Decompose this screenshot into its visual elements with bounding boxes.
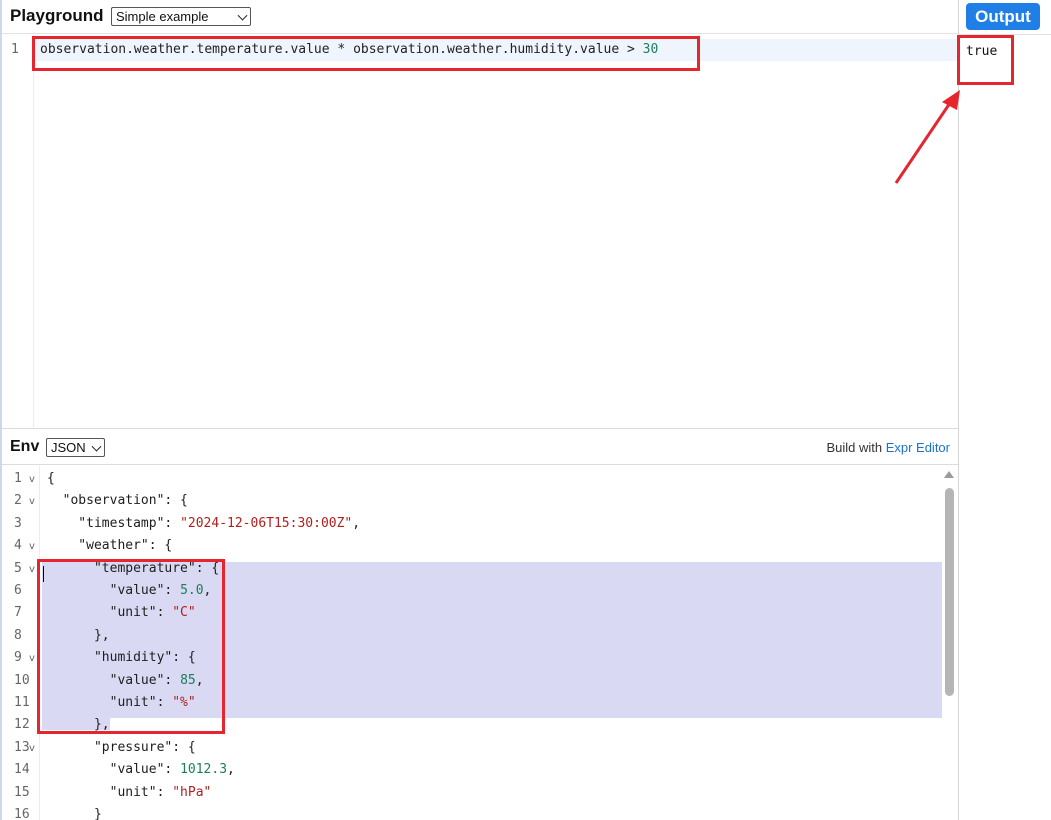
json-key: "value": (47, 762, 181, 778)
code-text: "observation": { (47, 493, 188, 509)
chevron-down-icon (237, 10, 248, 21)
code-line[interactable]: "timestamp": "2024-12-06T15:30:00Z", (47, 516, 360, 531)
code-line[interactable]: "observation": { (47, 493, 188, 508)
line-number: 10 (14, 672, 30, 688)
gutter-row: 12 (2, 712, 39, 734)
annotation-box-env (37, 559, 225, 734)
output-panel (958, 0, 1051, 820)
scroll-up-arrow-icon[interactable] (944, 471, 954, 478)
line-number: 13 (14, 739, 30, 755)
json-key: "timestamp": (47, 515, 181, 531)
expression-editor[interactable]: 1 observation.weather.temperature.value … (2, 35, 958, 428)
line-number: 8 (14, 627, 22, 643)
chevron-down-icon (91, 441, 102, 452)
gutter-row: 10 (2, 668, 39, 690)
line-number: 11 (14, 695, 30, 710)
annotation-box-output (957, 35, 1014, 85)
fold-chevron-icon[interactable]: v (29, 564, 35, 575)
expr-editor-link[interactable]: Expr Editor (886, 440, 950, 455)
gutter-row: 14 (2, 757, 39, 779)
gutter-row: 15 (2, 780, 39, 802)
gutter-row: 2v (2, 488, 39, 510)
line-number: 7 (14, 605, 22, 621)
line-number: 5 (14, 560, 22, 576)
gutter-row: 5v (2, 556, 39, 578)
gutter-row: 16 (2, 802, 39, 820)
code-text: "pressure": { (47, 739, 196, 755)
gutter-row: 6 (2, 578, 39, 600)
format-select[interactable]: JSON (46, 438, 105, 457)
json-string-value: "hPa" (172, 784, 212, 800)
line-number: 4 (14, 538, 22, 554)
scrollbar-thumb[interactable] (945, 488, 954, 696)
json-punctuation: , (227, 762, 235, 778)
json-string-value: "2024-12-06T15:30:00Z" (180, 515, 353, 531)
code-text: { (47, 471, 55, 486)
line-number: 3 (14, 515, 22, 531)
line-number: 16 (14, 807, 30, 820)
annotation-arrow-icon (894, 90, 960, 184)
gutter-row: 4v (2, 533, 39, 555)
code-text: "weather": { (47, 538, 173, 554)
line-number: 12 (14, 717, 30, 733)
fold-chevron-icon[interactable]: v (29, 496, 35, 507)
gutter-row: 1v (2, 466, 39, 488)
line-number: 6 (14, 583, 22, 598)
credit-text: Build with Expr Editor (826, 440, 950, 455)
line-number: 9 (14, 650, 22, 666)
line-number: 14 (14, 762, 30, 778)
format-select-value: JSON (51, 440, 86, 455)
output-button[interactable]: Output (966, 3, 1040, 30)
code-line[interactable]: } (47, 807, 102, 820)
env-header: Env JSON Build with Expr Editor (2, 428, 958, 465)
env-title: Env (10, 438, 40, 455)
line-gutter: 1 (2, 35, 34, 428)
line-number: 2 (14, 493, 22, 509)
json-number-value: 1012.3 (180, 762, 228, 778)
fold-chevron-icon[interactable]: v (29, 474, 35, 485)
gutter-row: 7 (2, 600, 39, 622)
example-select[interactable]: Simple example (111, 7, 251, 26)
example-select-value: Simple example (116, 9, 209, 24)
gutter-row: 13 v (2, 735, 39, 757)
gutter-row: 9v (2, 645, 39, 667)
line-gutter: 1 v 2 v 3 4 v 5 v 6 7 8 9 v 10 11 12 13 v 14 15 16 (2, 466, 40, 820)
gutter-row: 11 (2, 690, 39, 712)
fold-chevron-icon[interactable]: v (29, 743, 35, 754)
annotation-box-expression (32, 36, 700, 71)
fold-chevron-icon[interactable]: v (29, 653, 35, 664)
page-title: Playground (10, 6, 104, 25)
code-line[interactable]: "unit": "hPa" (47, 784, 212, 800)
line-number: 1 (11, 42, 19, 57)
toolbar: Playground Simple example (2, 0, 958, 34)
credit-prefix: Build with (826, 440, 886, 455)
code-line[interactable]: "pressure": { (47, 740, 196, 755)
line-number: 1 (14, 471, 22, 486)
fold-chevron-icon[interactable]: v (29, 541, 35, 552)
json-punctuation: , (352, 515, 361, 531)
gutter-row: 8 (2, 623, 39, 645)
code-text: } (47, 807, 102, 820)
json-key: "unit": (47, 784, 173, 800)
line-number: 15 (14, 784, 30, 800)
code-line[interactable]: "weather": { (47, 538, 172, 553)
gutter-row: 3 (2, 511, 39, 533)
code-line[interactable]: { (47, 471, 55, 486)
code-line[interactable]: "value": 1012.3, (47, 762, 235, 777)
